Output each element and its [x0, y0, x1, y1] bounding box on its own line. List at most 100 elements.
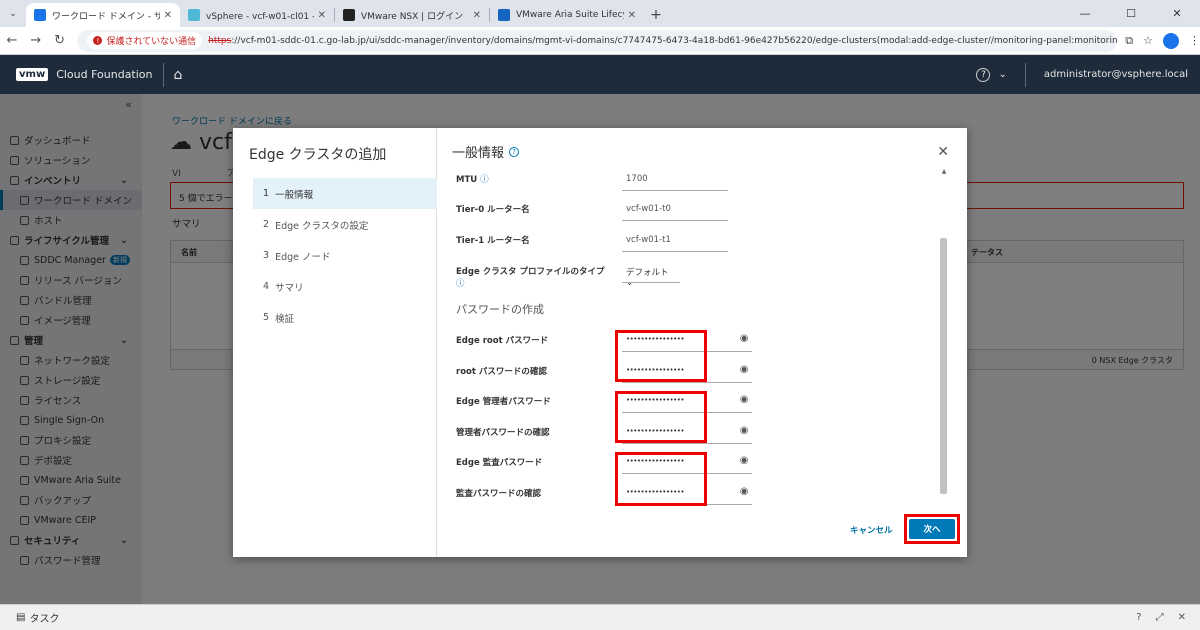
help-icon[interactable]: ? — [976, 67, 991, 82]
vmw-logo: vmw — [16, 68, 49, 81]
section-title: 一般情報? — [452, 142, 520, 161]
mtu-label-text: MTU — [456, 175, 478, 185]
help-icon[interactable]: ? — [1136, 612, 1141, 623]
browser-tab-bar: ⌄ ワークロード ドメイン - サービス ✕ vSphere - vcf-w01… — [0, 0, 1200, 27]
header-divider — [162, 62, 164, 87]
step-general[interactable]: 1 一般情報 — [253, 178, 437, 209]
step-edge-nodes[interactable]: 3 Edge ノード — [253, 240, 437, 271]
modal-title: Edge クラスタの追加 — [249, 147, 387, 163]
add-edge-cluster-modal: Edge クラスタの追加 1 一般情報 2 Edge クラスタの設定 3 Edg… — [233, 128, 967, 557]
step-number: 5 — [263, 312, 270, 323]
profile-select[interactable]: デフォルト ⌄ — [622, 266, 680, 288]
tier1-label: Tier-1 ルーター名 — [456, 236, 530, 246]
step-number: 1 — [263, 188, 270, 199]
next-button[interactable]: 次へ — [909, 519, 955, 539]
tab-favicon-icon — [34, 9, 46, 21]
url-input[interactable]: ! 保護されていない通信 https ://vcf-m01-sddc-01.c.… — [77, 29, 1118, 52]
minimize-icon[interactable]: — — [1062, 0, 1108, 27]
password-row: 監査パスワードの確認 •••••••••••••••• ◉ — [456, 486, 752, 505]
step-number: 3 — [263, 250, 270, 261]
security-chip[interactable]: ! 保護されていない通信 — [87, 32, 203, 49]
profile-label: Edge クラスタ プロファイルのタイプ ⓘ — [456, 266, 622, 290]
password-label: Edge 監査パスワード — [456, 458, 543, 468]
password-label: Edge root パスワード — [456, 336, 549, 346]
scrollbar[interactable]: ▲ — [938, 168, 950, 498]
address-bar: ← → ↻ ! 保護されていない通信 https ://vcf-m01-sddc… — [0, 27, 1200, 55]
profile-label-text: Edge クラスタ プロファイルのタイプ — [456, 267, 605, 277]
show-password-icon[interactable]: ◉ — [740, 486, 749, 497]
insecure-label: 保護されていない通信 — [106, 37, 197, 47]
step-edge-cluster-settings[interactable]: 2 Edge クラスタの設定 — [253, 209, 437, 240]
step-label: Edge クラスタの設定 — [275, 220, 369, 232]
tier0-label: Tier-0 ルーター名 — [456, 205, 530, 215]
show-password-icon[interactable]: ◉ — [740, 455, 749, 466]
show-password-icon[interactable]: ◉ — [740, 333, 749, 344]
tier1-input[interactable]: vcf-w01-t1 — [622, 235, 728, 252]
close-icon[interactable]: ✕ — [937, 144, 949, 160]
tab-favicon-icon — [188, 9, 200, 21]
tab-favicon-icon — [498, 9, 510, 21]
step-validation[interactable]: 5 検証 — [253, 302, 437, 333]
browser-tab[interactable]: VMware Aria Suite Lifecycle ✕ — [490, 3, 644, 27]
password-label: 監査パスワードの確認 — [456, 489, 542, 499]
tab-close-icon[interactable]: ✕ — [164, 10, 172, 21]
password-label: Edge 管理者パスワード — [456, 397, 551, 407]
expand-icon[interactable]: ⤢ — [1156, 612, 1164, 623]
forward-icon[interactable]: → — [24, 33, 48, 48]
browser-tab[interactable]: ワークロード ドメイン - サービス ✕ — [26, 3, 180, 27]
password-row: Edge root パスワード •••••••••••••••• ◉ — [456, 333, 752, 352]
show-password-icon[interactable]: ◉ — [740, 425, 749, 436]
tab-search-icon[interactable]: ⌄ — [0, 0, 26, 27]
password-label: root パスワードの確認 — [456, 367, 547, 377]
help-icon[interactable]: ? — [509, 146, 520, 157]
translate-icon[interactable]: ⧉ — [1125, 34, 1133, 48]
browser-tab[interactable]: VMware NSX | ログイン ✕ — [335, 3, 489, 27]
tab-close-icon[interactable]: ✕ — [318, 10, 326, 21]
step-label: サマリ — [275, 282, 304, 294]
maximize-icon[interactable]: ☐ — [1108, 0, 1154, 27]
info-icon[interactable]: ⓘ — [456, 279, 465, 289]
tier0-input[interactable]: vcf-w01-t0 — [622, 204, 728, 221]
step-label: 検証 — [275, 313, 295, 325]
password-row: root パスワードの確認 •••••••••••••••• ◉ — [456, 364, 752, 383]
password-row: Edge 監査パスワード •••••••••••••••• ◉ — [456, 455, 752, 474]
scroll-up-icon[interactable]: ▲ — [938, 168, 950, 175]
chevron-down-icon[interactable]: ⌄ — [998, 69, 1006, 80]
info-icon[interactable]: ⓘ — [480, 175, 489, 185]
step-number: 4 — [263, 281, 270, 292]
step-number: 2 — [263, 219, 270, 230]
step-summary[interactable]: 4 サマリ — [253, 271, 437, 302]
new-tab-button[interactable]: + — [644, 3, 668, 27]
close-window-icon[interactable]: ✕ — [1154, 0, 1200, 27]
bookmark-star-icon[interactable]: ☆ — [1143, 34, 1153, 47]
browser-menu-icon[interactable]: ⋮ — [1189, 34, 1200, 47]
tab-close-icon[interactable]: ✕ — [473, 10, 481, 21]
browser-tab[interactable]: vSphere - vcf-w01-cl01 - サマリ ✕ — [180, 3, 334, 27]
tab-title: vSphere - vcf-w01-cl01 - サマリ — [206, 11, 314, 22]
step-label: Edge ノード — [275, 251, 331, 263]
step-label: 一般情報 — [275, 189, 314, 201]
home-icon[interactable]: ⌂ — [174, 67, 183, 83]
mtu-input[interactable]: 1700 — [622, 174, 728, 191]
user-menu[interactable]: administrator@vsphere.local — [1044, 69, 1188, 80]
back-icon[interactable]: ← — [0, 33, 24, 48]
next-button-highlight: 次へ — [904, 514, 960, 544]
show-password-icon[interactable]: ◉ — [740, 394, 749, 405]
reload-icon[interactable]: ↻ — [48, 33, 72, 48]
highlight-box — [615, 330, 707, 382]
section-title-text: 一般情報 — [452, 146, 505, 161]
highlight-box — [615, 452, 707, 506]
url-text: ://vcf-m01-sddc-01.c.go-lab.jp/ui/sddc-m… — [231, 35, 1118, 46]
scrollbar-thumb[interactable] — [940, 238, 947, 494]
profile-value: デフォルト — [626, 268, 669, 278]
close-icon[interactable]: ✕ — [1178, 612, 1186, 623]
cancel-button[interactable]: キャンセル — [850, 524, 893, 536]
task-label[interactable]: タスク — [29, 610, 59, 625]
header-divider — [1024, 62, 1026, 87]
url-scheme: https — [208, 35, 232, 46]
show-password-icon[interactable]: ◉ — [740, 364, 749, 375]
mtu-row: MTU ⓘ 1700 — [456, 174, 728, 191]
app-header: vmw Cloud Foundation ⌂ ? ⌄ administrator… — [0, 55, 1200, 94]
profile-avatar[interactable] — [1163, 32, 1180, 49]
tab-close-icon[interactable]: ✕ — [628, 10, 636, 21]
